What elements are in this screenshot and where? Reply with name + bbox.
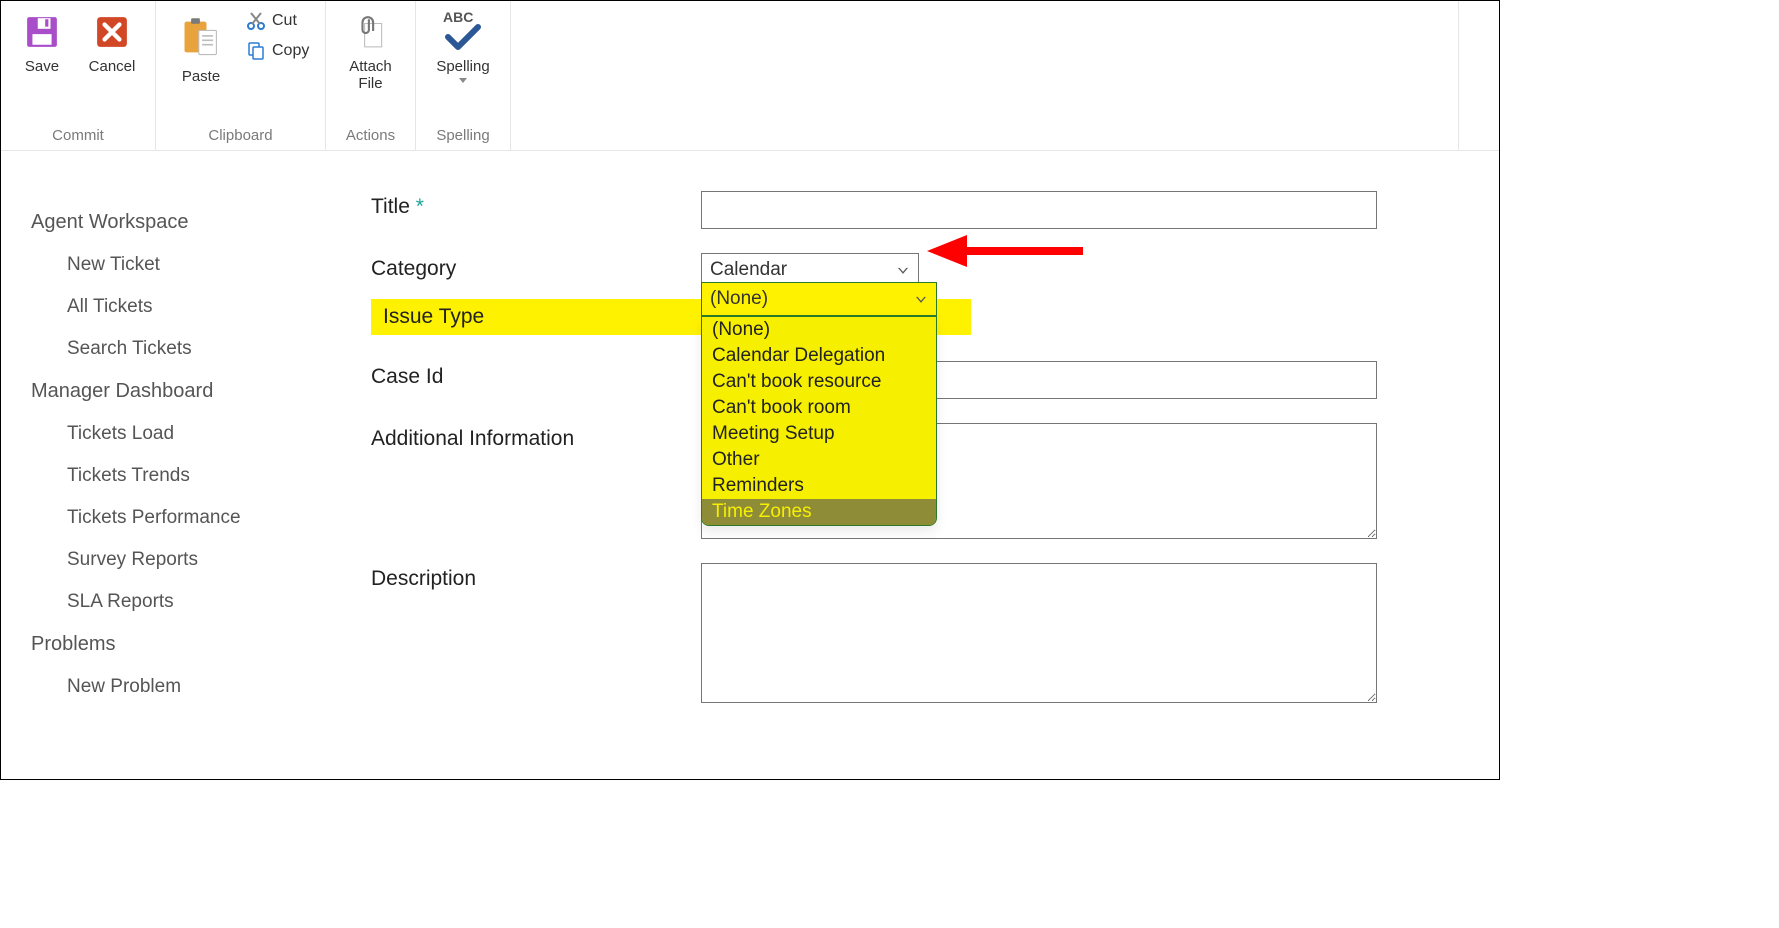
ribbon-group-commit-label: Commit bbox=[7, 123, 149, 150]
issue-type-value: (None) bbox=[710, 288, 768, 310]
description-label: Description bbox=[371, 563, 701, 591]
required-star: * bbox=[416, 195, 424, 218]
copy-icon bbox=[246, 41, 266, 61]
spelling-button-label: Spelling bbox=[436, 59, 489, 76]
sidebar-item-survey-reports[interactable]: Survey Reports bbox=[31, 539, 341, 581]
issue-type-option-none[interactable]: (None) bbox=[702, 317, 936, 343]
issue-type-container: (None) (None) Calendar Delegation Can't … bbox=[701, 282, 937, 316]
issue-type-label: Issue Type bbox=[371, 299, 701, 335]
ribbon-group-actions: AttachFile Actions bbox=[326, 1, 416, 150]
issue-type-dropdown[interactable]: (None) bbox=[701, 282, 937, 316]
paste-button-label: Paste bbox=[182, 69, 220, 86]
main-layout: Agent Workspace New Ticket All Tickets S… bbox=[1, 151, 1499, 779]
category-value: Calendar bbox=[710, 259, 787, 281]
chevron-down-icon bbox=[916, 297, 926, 303]
title-label: Title * bbox=[371, 191, 701, 219]
description-field[interactable] bbox=[701, 563, 1377, 703]
ribbon-group-commit: Save Cancel Commit bbox=[1, 1, 156, 150]
issue-type-option-calendar-delegation[interactable]: Calendar Delegation bbox=[702, 343, 936, 369]
issue-type-options: (None) Calendar Delegation Can't book re… bbox=[701, 316, 937, 526]
cancel-button-label: Cancel bbox=[89, 59, 136, 76]
save-button[interactable]: Save bbox=[7, 5, 77, 76]
sidebar-item-problems[interactable]: Problems bbox=[31, 623, 341, 666]
category-label: Category bbox=[371, 253, 701, 281]
cancel-button[interactable]: Cancel bbox=[77, 5, 147, 76]
chevron-down-icon bbox=[459, 78, 467, 83]
copy-button[interactable]: Copy bbox=[246, 41, 309, 61]
sidebar-item-manager-dashboard[interactable]: Manager Dashboard bbox=[31, 370, 341, 413]
sidebar-item-tickets-load[interactable]: Tickets Load bbox=[31, 413, 341, 455]
copy-button-label: Copy bbox=[272, 42, 309, 60]
spelling-button[interactable]: ABC Spelling bbox=[424, 5, 502, 83]
paste-button[interactable]: Paste bbox=[162, 5, 240, 86]
attach-file-button-label: AttachFile bbox=[349, 59, 392, 92]
ribbon: Save Cancel Commit bbox=[1, 1, 1499, 151]
paste-icon bbox=[179, 15, 223, 59]
ribbon-group-spelling: ABC Spelling Spelling bbox=[416, 1, 511, 150]
ribbon-group-clipboard-label: Clipboard bbox=[162, 123, 319, 150]
cut-button-label: Cut bbox=[272, 12, 297, 30]
additional-label: Additional Information bbox=[371, 423, 701, 451]
attach-file-button[interactable]: AttachFile bbox=[336, 5, 406, 92]
scissors-icon bbox=[246, 11, 266, 31]
save-button-label: Save bbox=[25, 59, 59, 76]
issue-type-option-meeting-setup[interactable]: Meeting Setup bbox=[702, 421, 936, 447]
sidebar-item-tickets-performance[interactable]: Tickets Performance bbox=[31, 497, 341, 539]
paperclip-icon bbox=[354, 15, 388, 49]
title-field[interactable] bbox=[701, 191, 1377, 229]
issue-type-option-time-zones[interactable]: Time Zones bbox=[702, 499, 936, 525]
cut-button[interactable]: Cut bbox=[246, 11, 309, 31]
sidebar-item-tickets-trends[interactable]: Tickets Trends bbox=[31, 455, 341, 497]
issue-type-option-reminders[interactable]: Reminders bbox=[702, 473, 936, 499]
chevron-down-icon bbox=[898, 268, 908, 274]
cancel-icon bbox=[95, 15, 129, 49]
issue-type-option-other[interactable]: Other bbox=[702, 447, 936, 473]
sidebar: Agent Workspace New Ticket All Tickets S… bbox=[1, 151, 361, 779]
save-icon bbox=[25, 15, 59, 49]
row-title: Title * bbox=[371, 191, 1469, 229]
issue-type-option-cant-book-resource[interactable]: Can't book resource bbox=[702, 369, 936, 395]
caseid-label: Case Id bbox=[371, 361, 701, 389]
issue-type-option-cant-book-room[interactable]: Can't book room bbox=[702, 395, 936, 421]
sidebar-item-agent-workspace[interactable]: Agent Workspace bbox=[31, 201, 341, 244]
sidebar-item-sla-reports[interactable]: SLA Reports bbox=[31, 581, 341, 623]
sidebar-item-new-ticket[interactable]: New Ticket bbox=[31, 244, 341, 286]
sidebar-item-new-problem[interactable]: New Problem bbox=[31, 666, 341, 708]
ribbon-group-clipboard: Paste Cut Copy bbox=[156, 1, 326, 150]
form-area: Title * Category Calendar Issue Type (No… bbox=[361, 151, 1499, 779]
ribbon-group-spelling-label: Spelling bbox=[422, 123, 504, 150]
check-icon bbox=[445, 23, 481, 51]
sidebar-item-all-tickets[interactable]: All Tickets bbox=[31, 286, 341, 328]
ribbon-group-actions-label: Actions bbox=[332, 123, 409, 150]
row-description: Description bbox=[371, 563, 1469, 703]
sidebar-item-search-tickets[interactable]: Search Tickets bbox=[31, 328, 341, 370]
